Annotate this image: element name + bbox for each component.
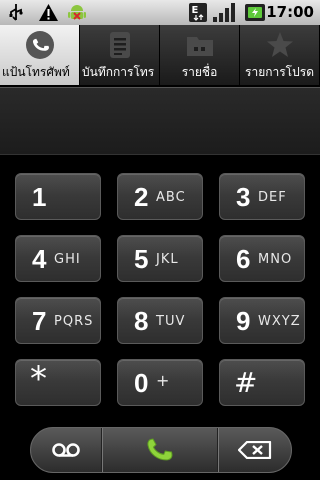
key-digit: 7 [32, 306, 47, 336]
key-digit: 2 [134, 182, 149, 212]
warning-icon [39, 4, 58, 21]
key-5[interactable]: 5 JKL [117, 235, 203, 282]
key-star[interactable]: * [15, 359, 101, 406]
tab-contacts[interactable]: รายชื่อ [160, 25, 240, 85]
usb-icon [9, 4, 23, 21]
phone-call-icon [147, 438, 173, 461]
tab-label: บันทึกการโทร [82, 65, 155, 79]
tab-label: รายชื่อ [181, 65, 218, 79]
key-letters: PQRS [54, 314, 94, 329]
key-4[interactable]: 4 GHI [15, 235, 101, 282]
signal-icon [213, 3, 235, 22]
key-digit: 3 [236, 182, 251, 212]
key-digit: 1 [32, 182, 47, 212]
dialer-action-bar [30, 427, 292, 473]
delete-button[interactable] [217, 428, 291, 472]
key-9[interactable]: 9 WXYZ [219, 297, 305, 344]
key-letters: GHI [54, 252, 81, 267]
key-1[interactable]: 1 [15, 173, 101, 220]
android-debug-icon [68, 5, 86, 20]
tab-call-log[interactable]: บันทึกการโทร [80, 25, 160, 85]
svg-text:E: E [192, 5, 199, 16]
tab-dialer[interactable]: แป้นโทรศัพท์ [0, 25, 80, 85]
voicemail-icon [52, 443, 81, 457]
key-symbol: * [30, 359, 47, 399]
key-digit: 6 [236, 244, 251, 274]
key-7[interactable]: 7 PQRS [15, 297, 101, 344]
backspace-icon [237, 441, 271, 459]
key-digit: 5 [134, 244, 149, 274]
contacts-icon [187, 37, 213, 56]
tab-label: รายการโปรด [245, 65, 314, 79]
call-log-icon [110, 32, 130, 58]
digits-field[interactable] [0, 87, 320, 155]
key-digit: 4 [32, 244, 47, 274]
tab-label: แป้นโทรศัพท์ [2, 65, 70, 79]
phone-icon [26, 31, 54, 59]
key-symbol: # [234, 366, 258, 399]
battery-charging-icon [245, 4, 265, 21]
call-button[interactable] [102, 428, 218, 472]
tab-favorites[interactable]: รายการโปรด [240, 25, 320, 85]
data-transfer-icon: E [189, 3, 207, 22]
key-digit: 9 [236, 306, 251, 336]
key-letters: ABC [156, 190, 186, 205]
voicemail-button[interactable] [31, 428, 103, 472]
clock: 17:00 [266, 3, 314, 21]
key-0[interactable]: 0 + [117, 359, 203, 406]
key-letters: DEF [258, 190, 287, 205]
tab-bar: แป้นโทรศัพท์ บันทึกการโทร รายชื่อ รายการ… [0, 25, 320, 85]
key-2[interactable]: 2 ABC [117, 173, 203, 220]
key-letters: MNO [258, 252, 293, 267]
star-icon [267, 32, 293, 57]
dialpad: 1 2 ABC 3 DEF 4 GHI 5 JKL 6 MNO 7 PQRS 8… [0, 160, 320, 410]
key-letters: + [156, 371, 171, 390]
key-letters: WXYZ [258, 314, 301, 329]
key-letters: TUV [156, 314, 186, 329]
key-8[interactable]: 8 TUV [117, 297, 203, 344]
key-digit: 8 [134, 306, 149, 336]
key-6[interactable]: 6 MNO [219, 235, 305, 282]
key-pound[interactable]: # [219, 359, 305, 406]
status-bar: E 17:00 [0, 0, 320, 25]
key-letters: JKL [156, 252, 179, 267]
key-digit: 0 [134, 368, 149, 398]
key-3[interactable]: 3 DEF [219, 173, 305, 220]
